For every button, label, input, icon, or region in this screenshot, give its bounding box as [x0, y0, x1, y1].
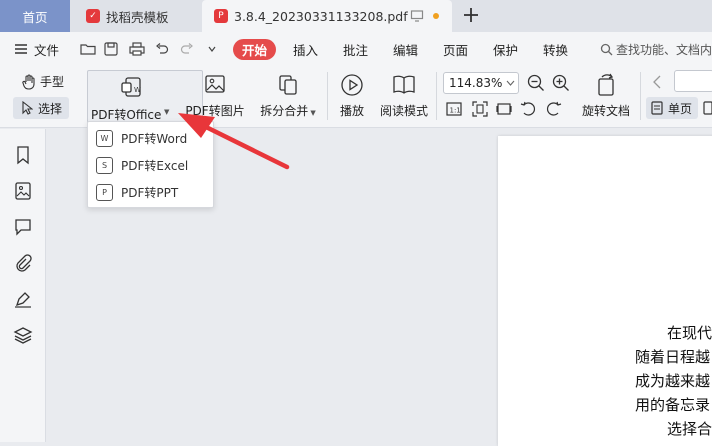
pdf-to-office-caret-icon: ▼: [164, 108, 170, 116]
menu-annotate-label: 批注: [343, 42, 369, 58]
zoom-select[interactable]: 114.83%: [443, 72, 519, 94]
rotate-document-button[interactable]: 旋转文档: [580, 73, 632, 119]
menu-annotate[interactable]: 批注: [343, 32, 368, 66]
document-text-line: 成为越来越: [635, 372, 711, 390]
signature-icon[interactable]: [13, 289, 33, 309]
split-merge-icon: [279, 75, 297, 95]
menu-protect-label: 保护: [493, 42, 519, 58]
word-file-icon: W: [96, 130, 113, 147]
hand-tool-label: 手型: [40, 75, 65, 89]
attachment-icon[interactable]: [13, 253, 33, 273]
image-icon: [205, 75, 225, 93]
menu-edit[interactable]: 编辑: [393, 32, 418, 66]
select-tool-button[interactable]: 选择: [13, 97, 69, 119]
read-mode-label: 阅读模式: [379, 104, 428, 118]
ppt-file-icon: P: [96, 184, 113, 201]
zoom-out-icon[interactable]: [527, 74, 545, 92]
select-tool-label: 选择: [38, 101, 63, 116]
undo-icon[interactable]: [155, 42, 169, 56]
ribbon-divider: [436, 72, 437, 120]
docer-logo-icon: ✓: [86, 9, 100, 23]
tab-template[interactable]: ✓ 找稻壳模板: [72, 0, 200, 32]
menu-bar: 文件 开始 插入 批注 编辑 页面 保护 转换 查找功能、文档内: [0, 32, 712, 66]
cursor-icon: [22, 101, 33, 115]
thumbnail-icon[interactable]: [13, 181, 33, 201]
quick-access-dropdown-icon[interactable]: [207, 44, 217, 54]
play-label: 播放: [339, 104, 364, 118]
menu-start-label: 开始: [242, 43, 268, 58]
tab-home[interactable]: 首页: [0, 0, 70, 32]
tab-home-label: 首页: [22, 9, 48, 25]
document-page: 在现代 随着日程越 成为越来越 用的备忘录 选择合: [498, 136, 712, 446]
pdf-file-icon: P: [214, 9, 228, 23]
bookmark-icon[interactable]: [13, 145, 33, 165]
tab-document-label: 3.8.4_20230331133208.pdf: [234, 8, 408, 24]
rotate-right-icon[interactable]: [546, 101, 562, 117]
pdf-to-office-icon: W: [121, 77, 141, 97]
read-mode-button[interactable]: 阅读模式: [378, 73, 430, 119]
pdf-to-ppt-label: PDF转PPT: [121, 186, 179, 200]
rotate-document-label: 旋转文档: [581, 104, 630, 118]
menu-protect[interactable]: 保护: [493, 32, 518, 66]
chevron-down-icon: [506, 80, 515, 86]
document-text-line: 随着日程越: [635, 348, 711, 366]
tab-template-label: 找稻壳模板: [106, 9, 169, 25]
new-tab-icon[interactable]: [462, 6, 480, 24]
fit-page-icon[interactable]: [472, 101, 488, 117]
file-menu[interactable]: 文件: [14, 32, 59, 66]
redo-icon[interactable]: [180, 42, 194, 56]
rotate-document-icon: [598, 73, 614, 96]
menu-page-label: 页面: [443, 42, 469, 58]
menu-insert-label: 插入: [293, 42, 319, 58]
menu-start[interactable]: 开始: [233, 39, 277, 60]
tab-document[interactable]: P 3.8.4_20230331133208.pdf: [202, 0, 452, 32]
menu-edit-label: 编辑: [393, 42, 419, 58]
search-box[interactable]: 查找功能、文档内: [600, 32, 712, 66]
zoom-value: 114.83%: [449, 76, 503, 90]
play-button[interactable]: 播放: [336, 73, 368, 119]
search-placeholder: 查找功能、文档内: [616, 42, 712, 57]
open-folder-icon[interactable]: [80, 42, 96, 56]
menu-page[interactable]: 页面: [443, 32, 468, 66]
red-arrow-annotation: [178, 113, 290, 170]
double-page-icon[interactable]: [703, 101, 712, 115]
menu-insert[interactable]: 插入: [293, 32, 318, 66]
book-icon: [393, 75, 415, 94]
svg-text:W: W: [134, 86, 141, 94]
page-number-input[interactable]: [674, 70, 712, 92]
ribbon-toolbar: 手型 选择 W PDF转Office ▼ PDF转图片 拆分合并 ▼ 播放 阅读…: [0, 66, 712, 128]
excel-file-icon: S: [96, 157, 113, 174]
fit-width-icon[interactable]: [496, 101, 512, 117]
ribbon-divider: [640, 72, 641, 120]
rotate-left-icon[interactable]: [520, 101, 536, 117]
svg-text:1:1: 1:1: [450, 107, 461, 115]
previous-page-icon[interactable]: [652, 75, 662, 89]
hand-icon: [22, 73, 35, 90]
search-icon: [600, 43, 613, 55]
play-icon: [341, 74, 363, 96]
document-text-line: 用的备忘录: [635, 396, 711, 414]
save-icon[interactable]: [104, 42, 118, 56]
zoom-in-icon[interactable]: [552, 74, 570, 92]
menu-convert[interactable]: 转换: [543, 32, 568, 66]
single-page-button[interactable]: 单页: [646, 97, 698, 119]
document-text-line: 在现代: [667, 324, 712, 342]
single-page-icon: [651, 101, 663, 115]
file-menu-label: 文件: [34, 42, 60, 58]
left-sidebar: [0, 129, 46, 442]
print-icon[interactable]: [129, 42, 145, 56]
tab-bar: 首页 ✓ 找稻壳模板 P 3.8.4_20230331133208.pdf: [0, 0, 712, 32]
document-text-line: 选择合: [667, 420, 712, 438]
hand-tool-button[interactable]: 手型: [22, 73, 64, 90]
ribbon-divider: [327, 72, 328, 120]
pdf-to-ppt-item[interactable]: P PDF转PPT: [88, 179, 213, 206]
single-page-label: 单页: [668, 101, 693, 116]
layers-icon[interactable]: [13, 325, 33, 345]
actual-size-icon[interactable]: 1:1: [446, 101, 462, 117]
comment-icon[interactable]: [13, 217, 33, 237]
monitor-icon[interactable]: [410, 9, 424, 23]
hamburger-icon: [15, 44, 27, 54]
menu-convert-label: 转换: [543, 42, 569, 58]
unsaved-dot-icon: [433, 13, 439, 19]
